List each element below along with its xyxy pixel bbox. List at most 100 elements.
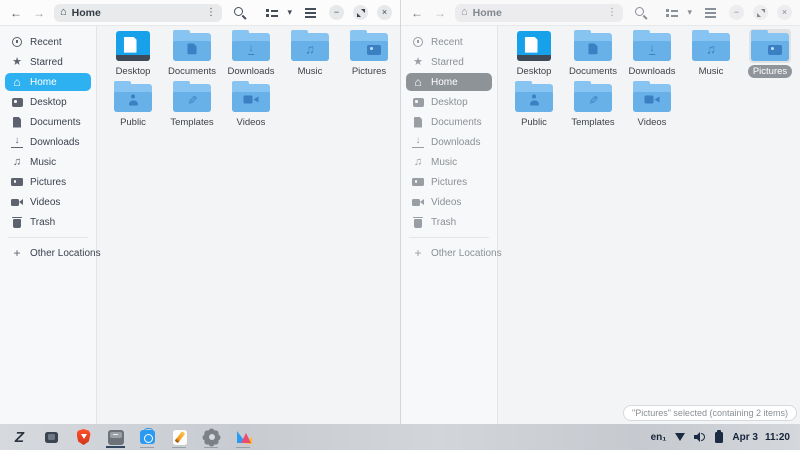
download-icon — [11, 136, 23, 148]
folder-item-downloads[interactable]: Downloads — [629, 29, 675, 78]
sidebar-item-label: Downloads — [431, 137, 480, 148]
folder-icon — [513, 29, 555, 63]
system-tray[interactable]: en₁ Apr 3 11:20 — [651, 431, 790, 443]
settings-button[interactable] — [202, 426, 221, 448]
home-icon: ⌂ — [60, 7, 67, 18]
hamburger-menu-icon[interactable] — [705, 12, 716, 14]
wifi-icon[interactable] — [675, 433, 685, 441]
folder-item-videos[interactable]: Videos — [228, 80, 274, 129]
text-editor-button[interactable] — [170, 426, 189, 448]
sidebar-item-label: Videos — [431, 197, 461, 208]
folder-label: Music — [694, 65, 729, 78]
folder-item-music[interactable]: Music — [688, 29, 734, 78]
back-button[interactable]: ← — [8, 6, 24, 20]
view-dropdown-icon[interactable]: ▾ — [687, 8, 692, 17]
volume-icon[interactable] — [694, 432, 706, 442]
sidebar-item-label: Pictures — [431, 177, 467, 188]
battery-icon[interactable] — [715, 432, 723, 443]
sidebar-item-downloads[interactable]: Downloads — [5, 133, 91, 151]
breadcrumb[interactable]: ⌂ Home ⋮ — [54, 4, 222, 22]
minimize-button[interactable]: − — [729, 5, 744, 20]
clock-icon — [11, 36, 23, 48]
search-icon[interactable] — [634, 6, 647, 19]
brave-browser-button[interactable] — [74, 426, 93, 448]
zorin-menu-button[interactable]: Z — [10, 426, 29, 448]
folder-item-desktop[interactable]: Desktop — [511, 29, 557, 78]
sidebar-item-other-locations[interactable]: Other Locations — [406, 244, 492, 262]
sidebar-item-home[interactable]: Home — [5, 73, 91, 91]
sidebar-item-documents[interactable]: Documents — [406, 113, 492, 131]
breadcrumb[interactable]: ⌂ Home ⋮ — [455, 4, 623, 22]
folder-item-public[interactable]: Public — [511, 80, 557, 129]
folder-item-downloads[interactable]: Downloads — [228, 29, 274, 78]
sidebar-item-label: Downloads — [30, 137, 79, 148]
folder-item-pictures[interactable]: Pictures — [346, 29, 392, 78]
kebab-menu-button[interactable]: ⋮ — [206, 7, 216, 18]
forward-button[interactable]: → — [432, 6, 448, 20]
close-button[interactable]: × — [377, 5, 392, 20]
sidebar-item-trash[interactable]: Trash — [5, 213, 91, 231]
sidebar-item-starred[interactable]: Starred — [406, 53, 492, 71]
close-button[interactable]: × — [777, 5, 792, 20]
hamburger-menu-icon[interactable] — [305, 12, 316, 14]
folder-item-public[interactable]: Public — [110, 80, 156, 129]
home-icon: ⌂ — [461, 7, 468, 18]
search-icon[interactable] — [233, 6, 246, 19]
sidebar-item-trash[interactable]: Trash — [406, 213, 492, 231]
sidebar-item-pictures[interactable]: Pictures — [406, 173, 492, 191]
sidebar-item-desktop[interactable]: Desktop — [5, 93, 91, 111]
sidebar-item-desktop[interactable]: Desktop — [406, 93, 492, 111]
view-toggle-icon[interactable] — [666, 8, 678, 17]
kebab-menu-button[interactable]: ⋮ — [607, 7, 617, 18]
folder-icon — [289, 29, 331, 63]
sidebar-item-home[interactable]: Home — [406, 73, 492, 91]
sidebar-item-downloads[interactable]: Downloads — [406, 133, 492, 151]
sidebar-item-videos[interactable]: Videos — [406, 193, 492, 211]
folder-item-desktop[interactable]: Desktop — [110, 29, 156, 78]
folder-icon — [230, 80, 272, 114]
forward-button[interactable]: → — [31, 6, 47, 20]
software-store-button[interactable] — [138, 426, 157, 448]
sidebar-item-other-locations[interactable]: Other Locations — [5, 244, 91, 262]
view-toggle-icon[interactable] — [266, 8, 278, 17]
folder-icon — [631, 29, 673, 63]
files-app-button[interactable] — [106, 426, 125, 448]
sidebar-item-label: Trash — [431, 217, 456, 228]
sidebar-item-recent[interactable]: Recent — [5, 33, 91, 51]
sidebar-item-music[interactable]: Music — [406, 153, 492, 171]
file-view: Desktop Documents Downloads — [97, 26, 400, 424]
sidebar: Recent Starred Home — [401, 26, 498, 424]
folder-item-pictures[interactable]: Pictures — [747, 29, 793, 78]
maximize-button[interactable] — [353, 5, 368, 20]
photos-app-button[interactable] — [234, 426, 253, 448]
back-button[interactable]: ← — [409, 6, 425, 20]
folder-label: Downloads — [624, 65, 681, 78]
window-switcher-button[interactable] — [42, 426, 61, 448]
sidebar-item-label: Home — [30, 77, 57, 88]
trash-icon — [11, 216, 23, 228]
folder-item-music[interactable]: Music — [287, 29, 333, 78]
titlebar: ← → ⌂ Home ⋮ ▾ − × — [401, 0, 800, 26]
sidebar-item-recent[interactable]: Recent — [406, 33, 492, 51]
folder-item-templates[interactable]: Templates — [570, 80, 616, 129]
folder-item-templates[interactable]: Templates — [169, 80, 215, 129]
plus-icon — [412, 247, 424, 259]
sidebar-item-pictures[interactable]: Pictures — [5, 173, 91, 191]
sidebar-item-label: Trash — [30, 217, 55, 228]
folder-item-videos[interactable]: Videos — [629, 80, 675, 129]
breadcrumb-label: Home — [473, 7, 502, 19]
sidebar-item-starred[interactable]: Starred — [5, 53, 91, 71]
maximize-button[interactable] — [753, 5, 768, 20]
sidebar-item-music[interactable]: Music — [5, 153, 91, 171]
keyboard-layout-indicator[interactable]: en₁ — [651, 432, 667, 443]
sidebar-item-videos[interactable]: Videos — [5, 193, 91, 211]
folder-item-documents[interactable]: Documents — [570, 29, 616, 78]
folder-item-documents[interactable]: Documents — [169, 29, 215, 78]
folder-label: Public — [115, 116, 151, 129]
view-dropdown-icon[interactable]: ▾ — [287, 8, 292, 17]
maximize-icon — [357, 9, 365, 17]
folder-label: Documents — [163, 65, 221, 78]
minimize-button[interactable]: − — [329, 5, 344, 20]
clock[interactable]: Apr 3 11:20 — [732, 432, 790, 443]
sidebar-item-documents[interactable]: Documents — [5, 113, 91, 131]
